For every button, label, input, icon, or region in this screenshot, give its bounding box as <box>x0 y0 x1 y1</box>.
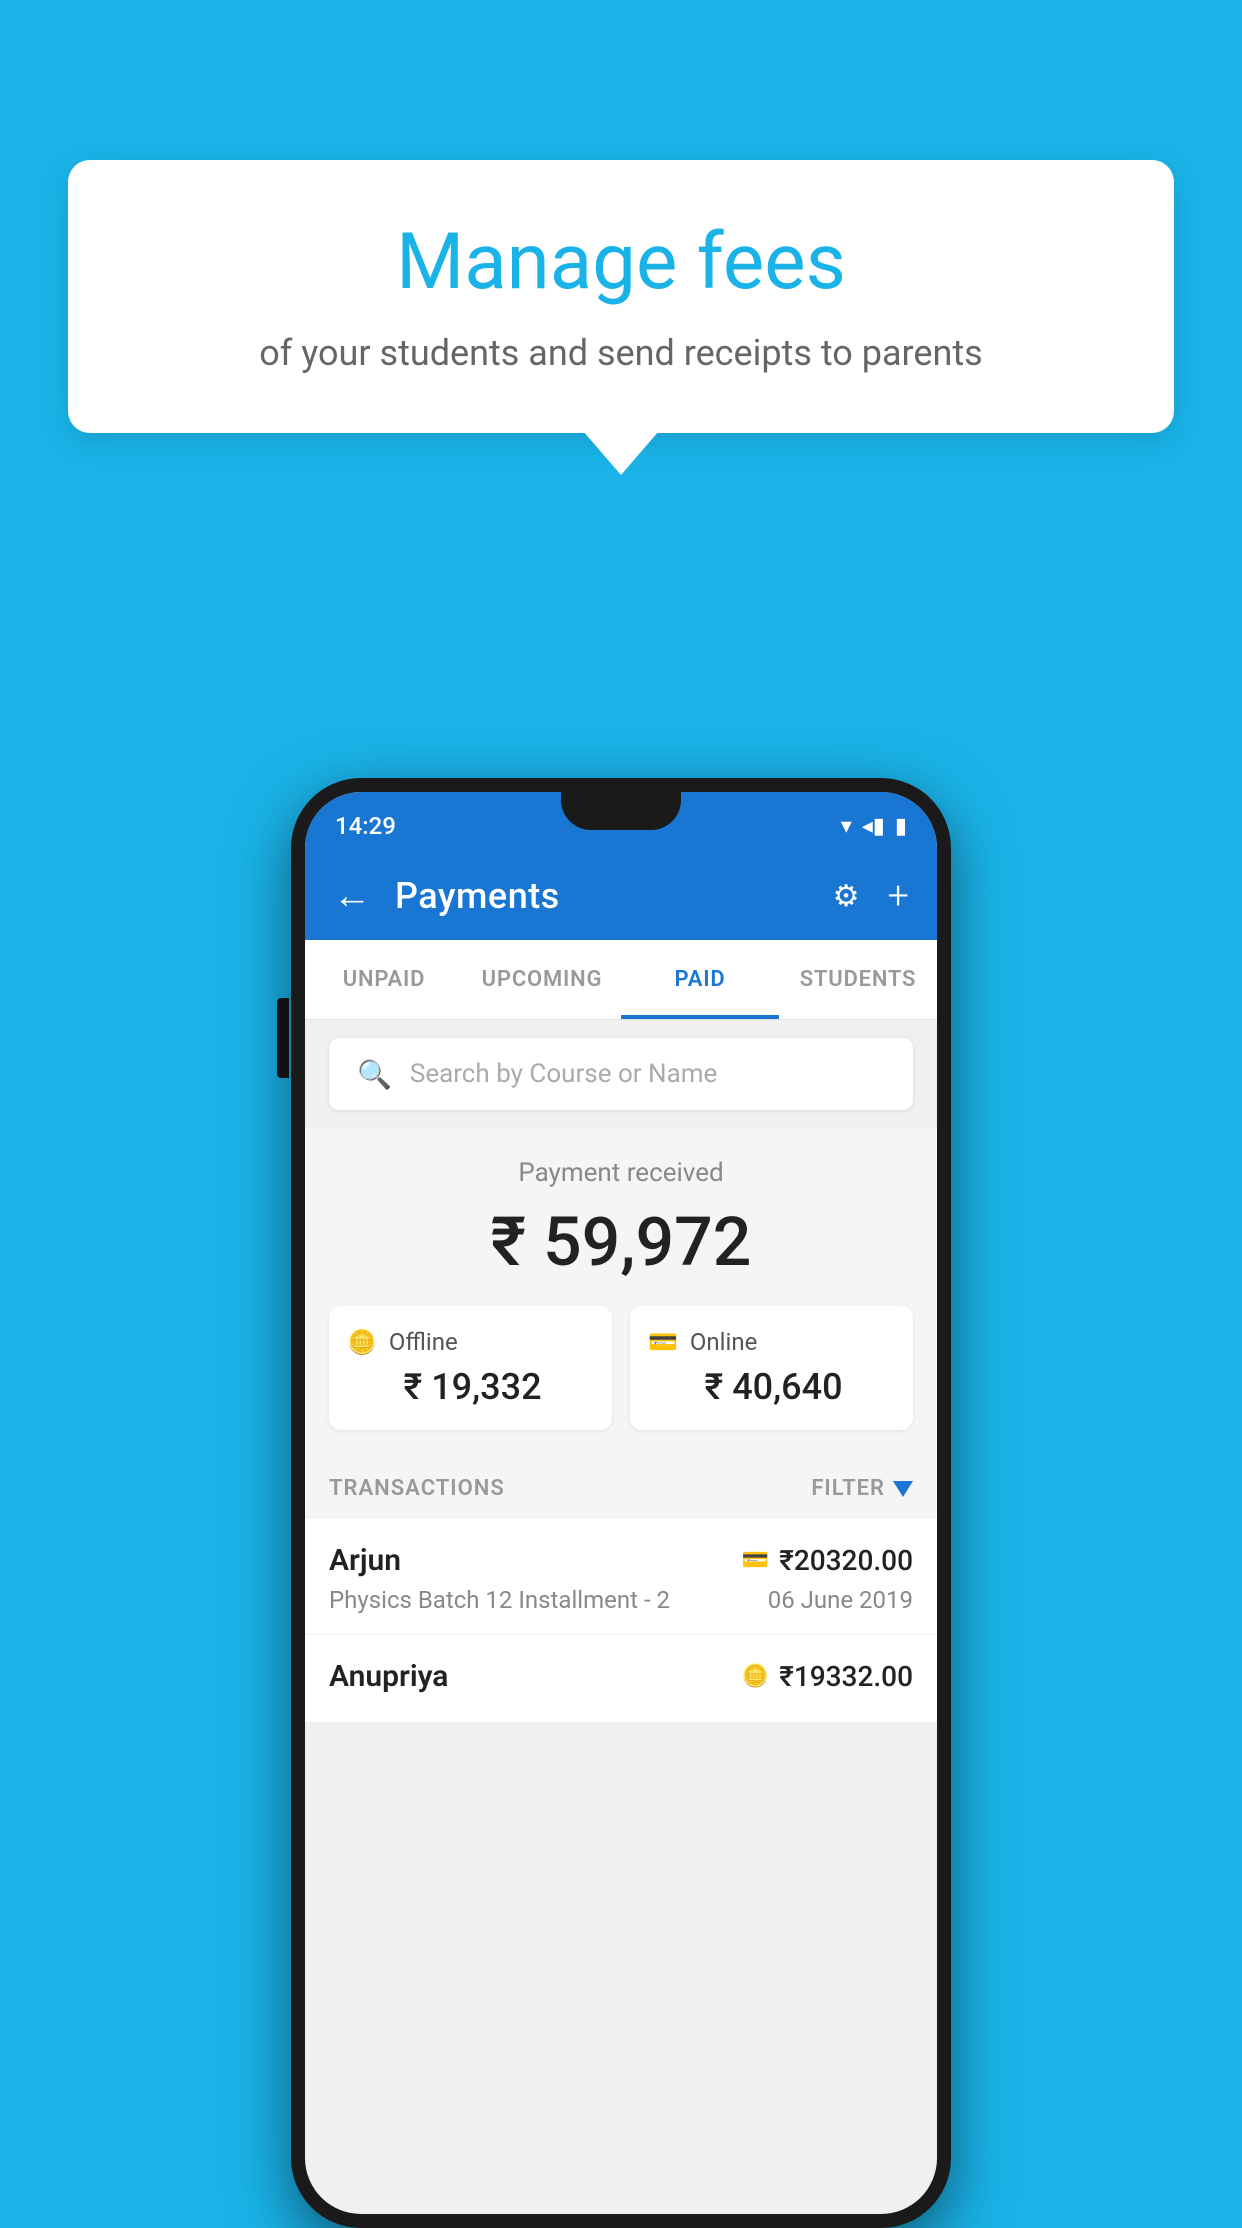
transaction-amount: ₹20320.00 <box>779 1544 913 1577</box>
filter-label: FILTER <box>811 1476 885 1501</box>
battery-icon: ▮ <box>895 814 907 839</box>
search-bar[interactable]: 🔍 Search by Course or Name <box>329 1038 913 1110</box>
transaction-top: Arjun 💳 ₹20320.00 <box>329 1543 913 1578</box>
tooltip-title: Manage fees <box>118 220 1124 306</box>
offline-card: 🪙 Offline ₹ 19,332 <box>329 1306 612 1430</box>
card-icon: 💳 <box>648 1328 678 1356</box>
online-card-header: 💳 Online <box>648 1328 895 1356</box>
transaction-date: 06 June 2019 <box>768 1586 913 1614</box>
transactions-header: TRANSACTIONS FILTER <box>305 1454 937 1519</box>
app-bar-actions: ⚙ + <box>833 874 909 918</box>
transactions-list: Arjun 💳 ₹20320.00 Physics Batch 12 Insta… <box>305 1519 937 1723</box>
offline-amount: ₹ 19,332 <box>347 1366 594 1408</box>
transactions-label: TRANSACTIONS <box>329 1476 505 1501</box>
cash-icon: 🪙 <box>347 1328 377 1356</box>
table-row[interactable]: Anupriya 🪙 ₹19332.00 <box>305 1635 937 1723</box>
payment-summary: Payment received ₹ 59,972 🪙 Offline ₹ 19… <box>305 1128 937 1454</box>
cash-payment-icon: 🪙 <box>742 1664 769 1689</box>
wifi-icon: ▾ <box>841 814 852 839</box>
phone-notch <box>561 792 681 830</box>
payment-received-label: Payment received <box>329 1158 913 1188</box>
payment-total-amount: ₹ 59,972 <box>329 1202 913 1282</box>
app-bar: ← Payments ⚙ + <box>305 852 937 940</box>
back-button[interactable]: ← <box>333 874 371 918</box>
tooltip-card: Manage fees of your students and send re… <box>68 160 1174 433</box>
status-icons: ▾ ◂▮ ▮ <box>841 814 907 839</box>
search-input[interactable]: Search by Course or Name <box>410 1059 717 1089</box>
add-icon[interactable]: + <box>888 874 909 918</box>
transaction-bottom: Physics Batch 12 Installment - 2 06 June… <box>329 1586 913 1614</box>
status-time: 14:29 <box>335 812 396 840</box>
offline-label: Offline <box>389 1328 458 1356</box>
transaction-top: Anupriya 🪙 ₹19332.00 <box>329 1659 913 1694</box>
filter-button[interactable]: FILTER <box>811 1476 913 1501</box>
signal-icon: ◂▮ <box>862 814 885 839</box>
transaction-course: Physics Batch 12 Installment - 2 <box>329 1586 670 1614</box>
online-label: Online <box>690 1328 757 1356</box>
tab-upcoming[interactable]: UPCOMING <box>463 940 621 1019</box>
tab-unpaid[interactable]: UNPAID <box>305 940 463 1019</box>
search-icon: 🔍 <box>357 1058 392 1091</box>
card-payment-icon: 💳 <box>742 1548 769 1573</box>
offline-card-header: 🪙 Offline <box>347 1328 594 1356</box>
tabs-bar: UNPAID UPCOMING PAID STUDENTS <box>305 940 937 1020</box>
phone-frame: 14:29 ▾ ◂▮ ▮ ← Payments ⚙ + UNPAID UPCOM… <box>291 778 951 2228</box>
table-row[interactable]: Arjun 💳 ₹20320.00 Physics Batch 12 Insta… <box>305 1519 937 1635</box>
filter-icon <box>893 1481 913 1497</box>
app-bar-title: Payments <box>395 875 809 917</box>
tooltip-subtitle: of your students and send receipts to pa… <box>118 328 1124 378</box>
transaction-amount-wrap: 💳 ₹20320.00 <box>742 1544 913 1577</box>
transaction-name: Arjun <box>329 1543 401 1578</box>
online-card: 💳 Online ₹ 40,640 <box>630 1306 913 1430</box>
transaction-name: Anupriya <box>329 1659 448 1694</box>
tab-students[interactable]: STUDENTS <box>779 940 937 1019</box>
payment-cards: 🪙 Offline ₹ 19,332 💳 Online ₹ 40,640 <box>329 1306 913 1430</box>
online-amount: ₹ 40,640 <box>648 1366 895 1408</box>
tab-paid[interactable]: PAID <box>621 940 779 1019</box>
transaction-amount: ₹19332.00 <box>779 1660 913 1693</box>
phone-screen: 14:29 ▾ ◂▮ ▮ ← Payments ⚙ + UNPAID UPCOM… <box>305 792 937 2214</box>
settings-icon[interactable]: ⚙ <box>833 879 860 914</box>
search-container: 🔍 Search by Course or Name <box>305 1020 937 1128</box>
transaction-amount-wrap: 🪙 ₹19332.00 <box>742 1660 913 1693</box>
